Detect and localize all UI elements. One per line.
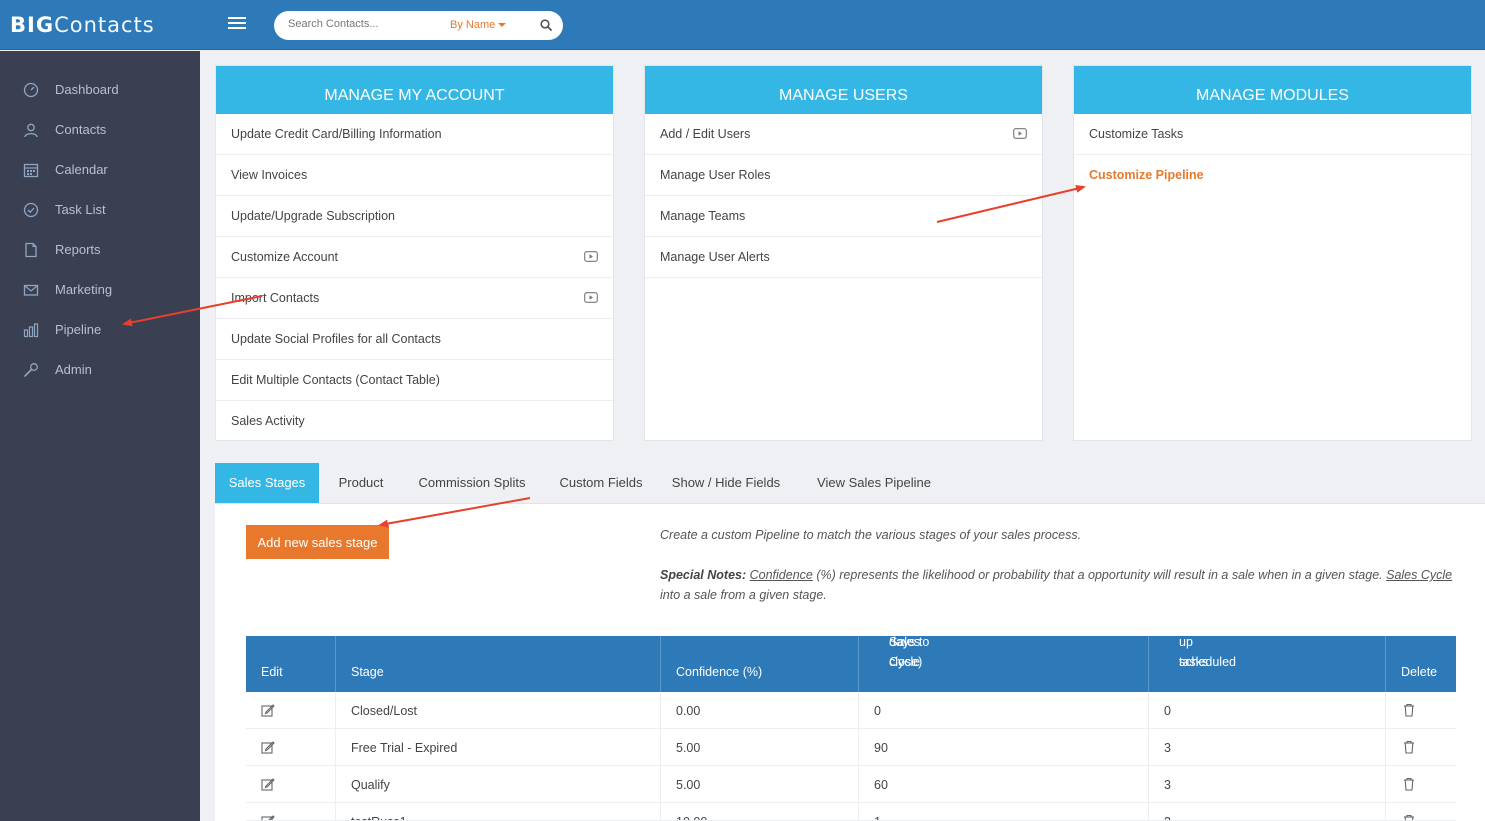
wrench-icon (24, 363, 38, 377)
sidebar-item-dashboard[interactable]: Dashboard (0, 70, 200, 110)
sidebar: Dashboard Contacts Calendar Task List Re… (0, 51, 200, 821)
link-import-contacts[interactable]: Import Contacts (216, 278, 613, 319)
special-notes: Special Notes: Confidence (%) represents… (660, 568, 1453, 582)
sidebar-item-task-list[interactable]: Task List (0, 190, 200, 230)
pipeline-description: Create a custom Pipeline to match the va… (660, 528, 1082, 542)
table-header: Edit Stage Confidence (%) Sales Cycle (mi… (246, 595, 1456, 692)
link-manage-user-alerts[interactable]: Manage User Alerts (645, 237, 1042, 278)
user-icon (24, 123, 38, 138)
col-stage: Stage (336, 636, 661, 692)
col-sales-cycle: Sales Cycle (minimum days to close) (859, 615, 1149, 692)
sidebar-item-label: Dashboard (55, 82, 119, 97)
tab-custom-fields[interactable]: Custom Fields (541, 463, 661, 503)
link-upgrade-subscription[interactable]: Update/Upgrade Subscription (216, 196, 613, 237)
sidebar-item-label: Reports (55, 242, 101, 257)
link-manage-user-roles[interactable]: Manage User Roles (645, 155, 1042, 196)
trash-icon[interactable] (1402, 777, 1416, 791)
video-icon[interactable] (584, 251, 598, 262)
panel-title: MANAGE USERS (645, 66, 1042, 114)
sidebar-item-label: Pipeline (55, 322, 102, 337)
col-edit: Edit (246, 636, 336, 692)
tab-product[interactable]: Product (319, 463, 403, 503)
table-row: Free Trial - Expired 5.00 90 3 (246, 729, 1456, 766)
calendar-icon (23, 163, 39, 178)
edit-icon[interactable] (261, 740, 275, 754)
table-row: Closed/Lost 0.00 0 0 (246, 692, 1456, 729)
trash-icon[interactable] (1402, 703, 1416, 717)
search-icon[interactable] (540, 19, 552, 31)
tab-commission-splits[interactable]: Commission Splits (403, 463, 541, 503)
sidebar-item-calendar[interactable]: Calendar (0, 150, 200, 190)
tab-sales-stages[interactable]: Sales Stages (215, 463, 319, 503)
sidebar-item-pipeline[interactable]: Pipeline (0, 310, 200, 350)
sidebar-item-reports[interactable]: Reports (0, 230, 200, 270)
add-sales-stage-button[interactable]: Add new sales stage (246, 525, 389, 559)
sidebar-item-label: Calendar (55, 162, 108, 177)
sidebar-item-label: Contacts (55, 122, 107, 137)
table-row: testRuss1 10.00 1 2 (246, 803, 1456, 821)
sidebar-item-label: Admin (55, 362, 92, 377)
sidebar-item-label: Marketing (55, 282, 113, 297)
table-row: Qualify 5.00 60 3 (246, 766, 1456, 803)
col-delete: Delete (1401, 665, 1438, 679)
video-icon[interactable] (1013, 128, 1027, 139)
app-logo[interactable]: BIGContacts (10, 10, 155, 40)
link-customize-pipeline[interactable]: Customize Pipeline (1074, 155, 1471, 196)
sales-cycle-link[interactable]: Sales Cycle (1386, 568, 1452, 582)
tab-show-hide-fields[interactable]: Show / Hide Fields (661, 463, 791, 503)
manage-users-panel: MANAGE USERS Add / Edit Users Manage Use… (644, 65, 1043, 441)
document-icon (25, 242, 37, 258)
link-manage-teams[interactable]: Manage Teams (645, 196, 1042, 237)
trash-icon[interactable] (1402, 814, 1416, 821)
special-notes-continued: into a sale from a given stage. (660, 588, 827, 602)
panel-title: MANAGE MY ACCOUNT (216, 66, 613, 114)
search-input[interactable] (288, 18, 438, 30)
trash-icon[interactable] (1402, 740, 1416, 754)
tab-view-sales-pipeline[interactable]: View Sales Pipeline (791, 463, 957, 503)
sidebar-item-label: Task List (55, 202, 106, 217)
pipeline-tabs: Sales Stages Product Commission Splits C… (215, 463, 1485, 504)
sidebar-item-contacts[interactable]: Contacts (0, 110, 200, 150)
panel-title: MANAGE MODULES (1074, 66, 1471, 114)
check-circle-icon (23, 202, 39, 218)
top-bar: BIGContacts By Name (0, 0, 1485, 50)
col-confidence: Confidence (%) (661, 636, 859, 692)
col-follow-up-tasks: # of follow up tasks scheduled (1149, 595, 1386, 692)
link-customize-account[interactable]: Customize Account (216, 237, 613, 278)
sidebar-item-marketing[interactable]: Marketing (0, 270, 200, 310)
edit-icon[interactable] (261, 703, 275, 717)
manage-account-panel: MANAGE MY ACCOUNT Update Credit Card/Bil… (215, 65, 614, 441)
video-icon[interactable] (584, 292, 598, 303)
link-view-invoices[interactable]: View Invoices (216, 155, 613, 196)
menu-toggle-icon[interactable] (228, 17, 246, 33)
dashboard-icon (23, 82, 39, 98)
confidence-link[interactable]: Confidence (750, 568, 813, 582)
link-customize-tasks[interactable]: Customize Tasks (1074, 114, 1471, 155)
sidebar-item-admin[interactable]: Admin (0, 350, 200, 390)
edit-icon[interactable] (261, 777, 275, 791)
envelope-icon (23, 284, 39, 296)
link-update-social-profiles[interactable]: Update Social Profiles for all Contacts (216, 319, 613, 360)
bar-chart-icon (23, 323, 39, 338)
edit-icon[interactable] (261, 814, 275, 821)
link-add-edit-users[interactable]: Add / Edit Users (645, 114, 1042, 155)
chevron-down-icon (498, 23, 507, 28)
search-bar: By Name (274, 11, 563, 40)
link-edit-multiple-contacts[interactable]: Edit Multiple Contacts (Contact Table) (216, 360, 613, 401)
manage-modules-panel: MANAGE MODULES Customize Tasks Customize… (1073, 65, 1472, 441)
link-sales-activity[interactable]: Sales Activity (216, 401, 613, 442)
search-mode-dropdown[interactable]: By Name (450, 19, 507, 31)
link-update-billing[interactable]: Update Credit Card/Billing Information (216, 114, 613, 155)
